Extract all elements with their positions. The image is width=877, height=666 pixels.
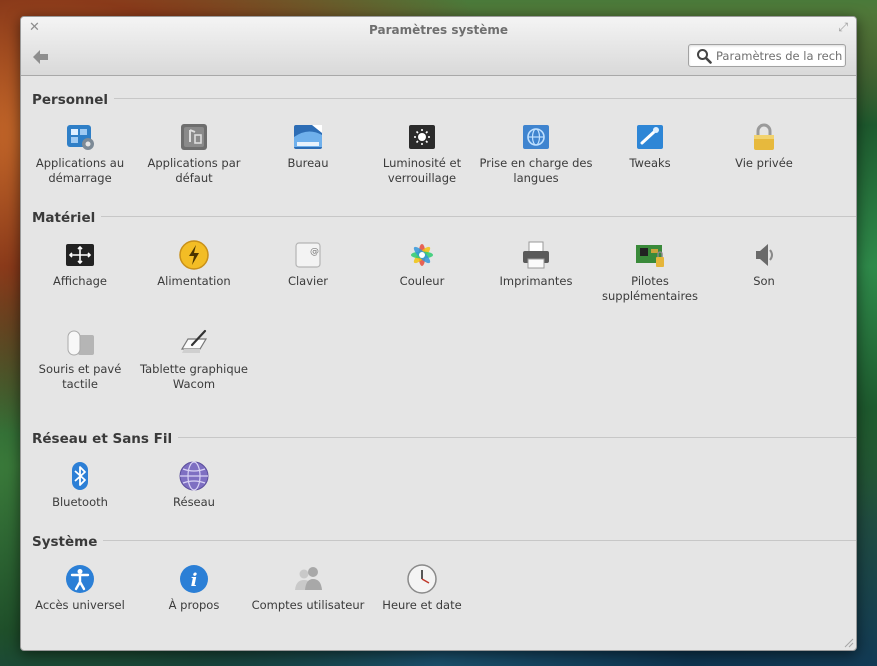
settings-item-startup-apps[interactable]: Applications au démarrage (23, 121, 137, 186)
settings-item-label: Vie privée (735, 156, 793, 170)
settings-item-sound[interactable]: Son (707, 239, 821, 289)
settings-item-about[interactable]: i À propos (137, 563, 251, 613)
settings-item-label: Couleur (399, 274, 445, 288)
settings-item-user-accounts[interactable]: Comptes utilisateur (251, 563, 365, 613)
settings-item-brightness-lock[interactable]: Luminosité et verrouillage (365, 121, 479, 186)
settings-item-label: À propos (168, 598, 220, 612)
section-header-system: Système (32, 531, 856, 550)
settings-item-label: Alimentation (157, 274, 231, 288)
settings-item-power[interactable]: Alimentation (137, 239, 251, 289)
section-title-network: Réseau et Sans Fil (32, 431, 179, 447)
default-apps-icon (181, 124, 207, 150)
maximize-icon[interactable]: ⤢ (838, 20, 848, 35)
settings-item-label: Applications au démarrage (35, 156, 125, 185)
tweaks-icon (637, 125, 663, 149)
power-icon (179, 240, 209, 270)
settings-item-bluetooth[interactable]: Bluetooth (23, 460, 137, 510)
network-icon (179, 461, 209, 491)
settings-item-label: Luminosité et verrouillage (382, 156, 462, 185)
settings-item-printers[interactable]: Imprimantes (479, 239, 593, 289)
settings-item-label: Pilotes supplémentaires (601, 274, 698, 303)
svg-text:i: i (191, 570, 198, 591)
privacy-lock-icon (754, 123, 774, 150)
bluetooth-icon (72, 462, 88, 490)
settings-item-desktop[interactable]: Bureau (251, 121, 365, 171)
settings-item-label: Souris et pavé tactile (38, 362, 122, 391)
section-header-hardware: Matériel (32, 207, 856, 226)
settings-item-label: Prise en charge des langues (479, 156, 593, 185)
settings-item-label: Heure et date (382, 598, 462, 612)
search-input[interactable] (716, 47, 842, 64)
settings-item-display[interactable]: Affichage (23, 239, 137, 289)
settings-item-label: Tweaks (629, 156, 671, 170)
accessibility-icon (66, 565, 94, 593)
settings-item-label: Accès universel (35, 598, 125, 612)
startup-apps-icon (67, 125, 94, 150)
section-title-hardware: Matériel (32, 210, 102, 226)
settings-item-privacy[interactable]: Vie privée (707, 121, 821, 171)
desktop-icon (294, 125, 322, 149)
printer-icon (523, 241, 549, 269)
brightness-lock-icon (409, 125, 435, 149)
display-icon (66, 244, 94, 266)
settings-item-label: Clavier (287, 274, 329, 288)
about-info-icon: i (180, 565, 208, 593)
settings-item-label: Son (753, 274, 775, 288)
settings-item-label: Bureau (287, 156, 329, 170)
settings-item-label: Comptes utilisateur (251, 598, 365, 612)
settings-item-network[interactable]: Réseau (137, 460, 251, 510)
settings-item-default-apps[interactable]: Applications par défaut (137, 121, 251, 186)
language-support-icon (523, 125, 549, 149)
settings-item-tweaks[interactable]: Tweaks (593, 121, 707, 171)
svg-text:@: @ (310, 247, 319, 257)
section-title-personal: Personnel (32, 92, 115, 108)
settings-item-label: Applications par défaut (147, 156, 241, 185)
mouse-icon (67, 330, 94, 356)
clock-icon (407, 564, 437, 594)
drivers-icon (636, 245, 664, 267)
settings-item-drivers[interactable]: Pilotes supplémentaires (593, 239, 707, 304)
settings-item-label: Bluetooth (52, 495, 108, 509)
search-icon (697, 49, 712, 64)
resize-grip-icon[interactable] (842, 636, 854, 648)
settings-item-label: Affichage (52, 274, 108, 288)
settings-item-label: Tablette graphique Wacom (139, 362, 248, 391)
settings-item-color[interactable]: Couleur (365, 239, 479, 289)
color-icon (411, 244, 433, 266)
section-header-personal: Personnel (32, 89, 856, 108)
settings-item-date-time[interactable]: Heure et date (365, 563, 479, 613)
keyboard-icon: @ (295, 242, 321, 268)
settings-item-wacom-tablet[interactable]: Tablette graphique Wacom (137, 327, 251, 392)
settings-item-accessibility[interactable]: Accès universel (23, 563, 137, 613)
section-title-system: Système (32, 534, 104, 550)
section-header-network: Réseau et Sans Fil (32, 428, 856, 447)
wacom-tablet-icon (180, 329, 208, 353)
settings-item-language-support[interactable]: Prise en charge des langues (479, 121, 593, 186)
settings-item-mouse-touchpad[interactable]: Souris et pavé tactile (23, 327, 137, 392)
settings-item-keyboard[interactable]: @ Clavier (251, 239, 365, 289)
back-arrow-icon[interactable] (31, 47, 51, 67)
window-title: Paramètres système (369, 23, 508, 37)
settings-item-label: Réseau (173, 495, 215, 509)
search-field[interactable] (688, 44, 846, 67)
user-accounts-icon (295, 567, 322, 590)
system-settings-window: ✕ Paramètres système ⤢ Personnel Applica… (20, 16, 857, 651)
titlebar: ✕ Paramètres système ⤢ (21, 17, 856, 76)
settings-item-label: Imprimantes (499, 274, 573, 288)
sound-icon (756, 244, 773, 266)
